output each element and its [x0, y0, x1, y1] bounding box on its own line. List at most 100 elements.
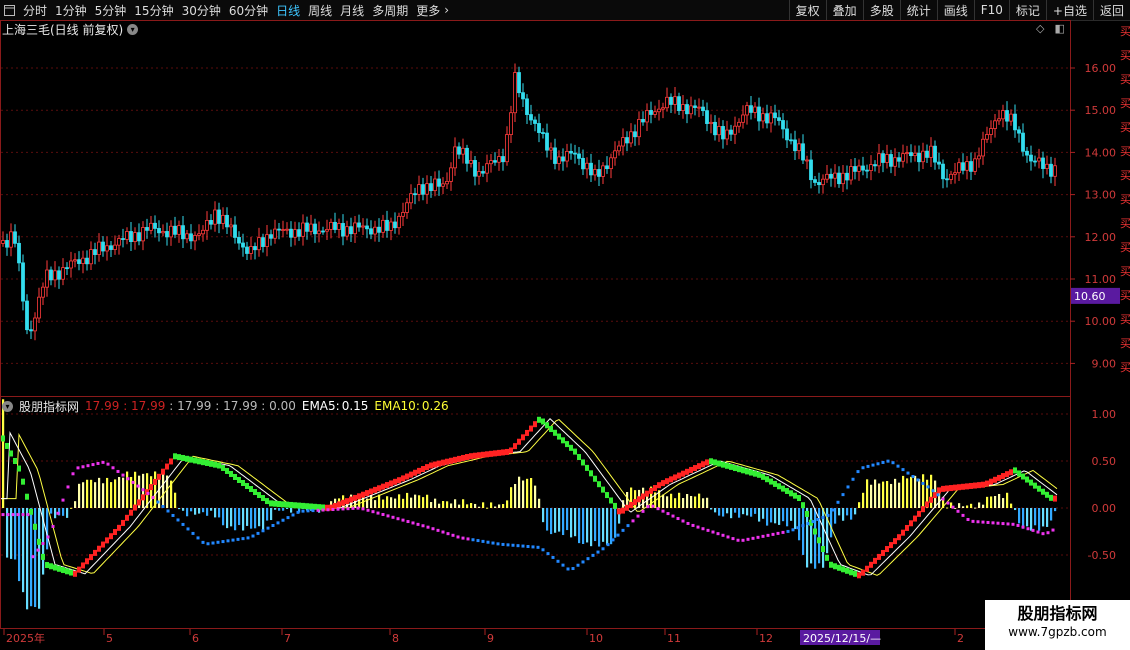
chart-canvas[interactable]: 16.00 15.00 14.00 13.00 12.00 11.00 10.00 9.00 1… — [0, 0, 1130, 650]
candle-body — [737, 121, 741, 127]
candle-body — [1037, 157, 1041, 162]
histogram-bar — [970, 503, 973, 508]
signal-block — [737, 466, 741, 473]
histogram-bar — [134, 471, 137, 508]
histogram-bar — [458, 504, 461, 508]
signal-block — [893, 538, 897, 545]
candle-body — [453, 146, 457, 169]
histogram-bar — [186, 508, 189, 517]
candle-body — [349, 226, 353, 235]
candle-body — [245, 246, 249, 254]
dot-marker — [526, 544, 530, 548]
candle-body — [509, 112, 513, 135]
signal-block — [9, 450, 13, 457]
histogram-bar — [962, 506, 965, 508]
candle — [53, 261, 57, 288]
histogram-bar — [554, 508, 557, 533]
candle — [249, 236, 253, 260]
candle-body — [597, 169, 601, 177]
candle — [233, 216, 237, 244]
histogram-bar — [726, 508, 729, 514]
dot-marker — [756, 535, 760, 539]
dot-marker — [386, 514, 390, 518]
signal-block — [61, 567, 65, 574]
histogram-bar — [434, 498, 437, 508]
candle — [141, 221, 145, 251]
candle-body — [69, 260, 73, 269]
histogram-bar — [266, 508, 269, 521]
histogram-bar — [422, 497, 425, 508]
chevron-down-icon[interactable]: ▾ — [2, 400, 13, 412]
signal-block — [241, 479, 245, 486]
signal-block — [345, 498, 349, 505]
price-tick-label: 11.00 — [1085, 273, 1117, 286]
candle — [705, 102, 709, 132]
candle-body — [981, 138, 985, 157]
histogram-bar — [686, 494, 689, 508]
candle — [897, 152, 901, 168]
signal-block — [897, 534, 901, 541]
signal-block — [937, 487, 941, 494]
candle-body — [721, 126, 725, 140]
candle — [1021, 123, 1025, 157]
dot-marker — [1041, 532, 1045, 536]
dot-marker — [266, 526, 270, 530]
candle — [837, 166, 841, 188]
candle-body — [493, 160, 497, 163]
signal-block — [161, 468, 165, 475]
signal-block — [613, 502, 617, 509]
signal-block — [165, 463, 169, 470]
candle — [581, 149, 585, 176]
candle — [485, 154, 489, 183]
candle — [693, 99, 697, 116]
histogram-bar — [386, 496, 389, 508]
indicator-border — [0, 396, 1071, 629]
signal-block — [25, 493, 29, 500]
candle-body — [469, 160, 473, 164]
indicator-value-0: 17.99 — [85, 399, 124, 413]
candle-body — [653, 111, 657, 115]
candle-body — [625, 137, 629, 144]
dot-marker — [1016, 523, 1020, 527]
candle-body — [757, 106, 761, 122]
dot-marker — [221, 540, 225, 544]
histogram-bar — [246, 508, 249, 526]
dot-marker — [986, 520, 990, 524]
candle — [957, 158, 961, 182]
signal-block — [29, 508, 33, 515]
candle — [205, 211, 209, 240]
dot-marker — [806, 522, 810, 526]
signal-block — [173, 453, 177, 460]
signal-block — [177, 454, 181, 461]
signal-block — [677, 472, 681, 479]
candle-body — [265, 234, 269, 247]
histogram-bar — [762, 508, 765, 519]
candle-body — [305, 222, 309, 232]
watermark-title: 股朋指标网 — [1017, 604, 1098, 623]
candle — [381, 214, 385, 238]
candle-body — [5, 240, 9, 248]
histogram-bar — [582, 508, 585, 544]
candle-body — [445, 180, 449, 185]
candle-body — [689, 105, 693, 115]
candle — [173, 216, 177, 239]
histogram-bar — [506, 500, 509, 508]
dot-marker — [556, 559, 560, 563]
candle — [97, 233, 101, 262]
dot-marker — [1046, 531, 1050, 535]
candle-body — [257, 237, 261, 251]
signal-block — [833, 563, 837, 570]
candle — [845, 165, 849, 190]
histogram-bar — [402, 498, 405, 508]
signal-block — [905, 524, 909, 531]
dot-marker — [566, 567, 570, 571]
signal-block — [245, 483, 249, 490]
dot-marker — [26, 513, 30, 517]
candle — [345, 220, 349, 241]
candle-body — [513, 72, 517, 114]
dot-marker — [911, 475, 915, 479]
dot-marker — [126, 477, 130, 481]
price-tick-label: 16.00 — [1085, 62, 1117, 75]
signal-block — [909, 520, 913, 527]
candle-body — [1049, 163, 1053, 177]
